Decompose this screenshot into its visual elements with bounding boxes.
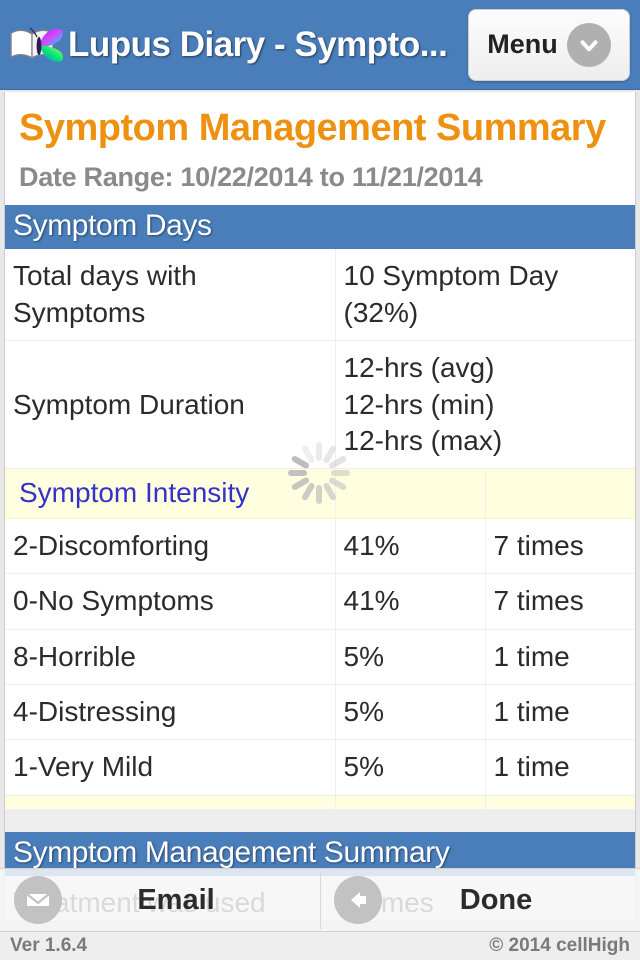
- done-button[interactable]: Done: [320, 869, 640, 931]
- version-label: Ver 1.6.4: [10, 935, 88, 956]
- intensity-count: 1 time: [485, 629, 635, 685]
- table-row: 8-Horrible 5% 1 time: [5, 629, 635, 685]
- intensity-percent: 5%: [335, 684, 486, 741]
- spacer-cell: [335, 468, 486, 519]
- page-title: Symptom Management Summary: [19, 107, 606, 149]
- row-label: Total days with Symptoms: [5, 249, 336, 342]
- table-row: 0-No Symptoms 41% 7 times: [5, 573, 635, 630]
- email-button[interactable]: Email: [0, 869, 320, 931]
- table-row: 2-Discomforting 41% 7 times: [5, 518, 635, 575]
- section-gap: [5, 809, 635, 832]
- section-header-symptom-intensity: Symptom Intensity: [5, 468, 635, 519]
- row-value: 12-hrs (avg) 12-hrs (min) 12-hrs (max): [335, 340, 635, 470]
- chevron-down-icon: [566, 22, 611, 67]
- intensity-percent: 41%: [335, 573, 486, 630]
- symptom-intensity-label: Symptom Intensity: [5, 468, 336, 519]
- arrow-left-icon: [334, 876, 382, 924]
- intensity-percent: 5%: [335, 629, 486, 685]
- row-label: Symptom Duration: [5, 340, 336, 470]
- table-row: Total days with Symptoms 10 Symptom Day …: [5, 249, 635, 342]
- content-panel: Symptom Management Summary Date Range: 1…: [4, 92, 636, 922]
- menu-button-label: Menu: [487, 29, 558, 59]
- intensity-count: 7 times: [485, 573, 635, 630]
- intensity-count: 7 times: [485, 518, 635, 575]
- section-header-symptom-days: Symptom Days: [5, 205, 635, 250]
- table-spacer-row: [5, 795, 635, 810]
- intensity-label: 2-Discomforting: [5, 518, 336, 575]
- date-range: Date Range: 10/22/2014 to 11/21/2014: [19, 162, 483, 193]
- copyright-label: © 2014 cellHigh: [489, 935, 630, 956]
- symptom-days-table: Total days with Symptoms 10 Symptom Day …: [5, 249, 635, 810]
- intensity-percent: 41%: [335, 518, 486, 575]
- window-title: Lupus Diary - Sympto...: [68, 24, 448, 64]
- table-row: 4-Distressing 5% 1 time: [5, 684, 635, 741]
- intensity-label: 8-Horrible: [5, 629, 336, 685]
- book-butterfly-icon: [6, 17, 68, 73]
- envelope-icon: [14, 876, 62, 924]
- done-button-label: Done: [459, 883, 533, 916]
- spacer-cell: [485, 468, 635, 519]
- intensity-label: 4-Distressing: [5, 684, 336, 741]
- intensity-label: 1-Very Mild: [5, 739, 336, 796]
- email-button-label: Email: [137, 883, 215, 916]
- footer-bar: Ver 1.6.4 © 2014 cellHigh: [0, 932, 640, 960]
- table-row: Symptom Duration 12-hrs (avg) 12-hrs (mi…: [5, 340, 635, 470]
- menu-button[interactable]: Menu: [468, 8, 630, 81]
- table-row: 1-Very Mild 5% 1 time: [5, 739, 635, 796]
- app-screen: Lupus Diary - Sympto... Menu Symptom Man…: [0, 0, 640, 960]
- row-value: 10 Symptom Day (32%): [335, 249, 635, 342]
- bottom-toolbar: Email Done: [0, 868, 640, 932]
- intensity-percent: 5%: [335, 739, 486, 796]
- intensity-label: 0-No Symptoms: [5, 573, 336, 630]
- intensity-count: 1 time: [485, 739, 635, 796]
- intensity-count: 1 time: [485, 684, 635, 741]
- title-bar: Lupus Diary - Sympto... Menu: [0, 0, 640, 90]
